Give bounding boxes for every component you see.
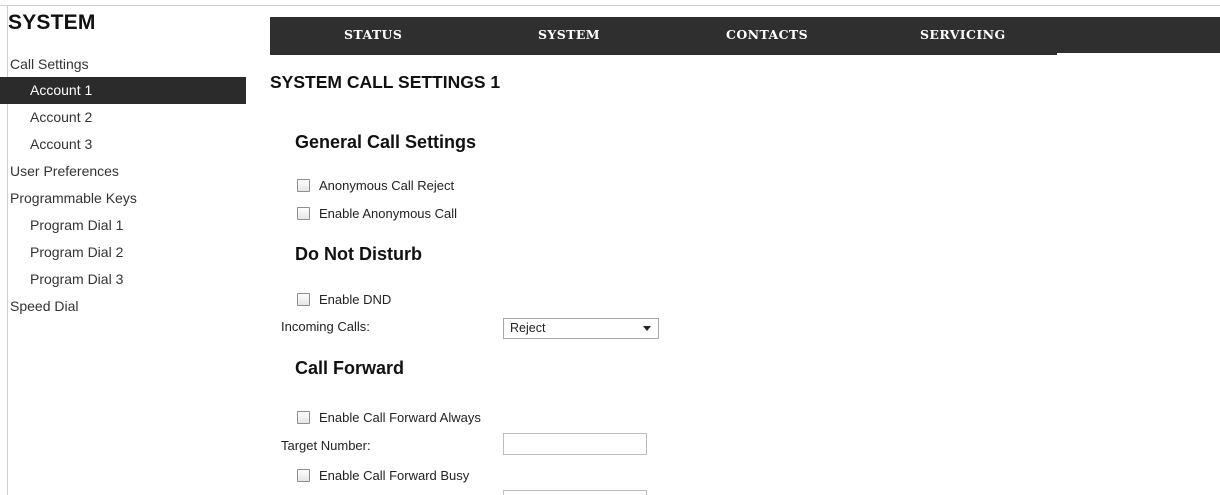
- section-title-dnd: Do Not Disturb: [295, 244, 422, 264]
- call-forward-busy-checkbox[interactable]: [297, 468, 310, 482]
- sidebar-nav: Call Settings Account 1 Account 2 Accoun…: [0, 51, 246, 320]
- sidebar-item-program-dial-2[interactable]: Program Dial 2: [0, 239, 246, 266]
- anonymous-call-reject-checkbox[interactable]: [297, 178, 310, 192]
- anonymous-call-reject-row: Anonymous Call Reject: [297, 177, 454, 193]
- tab-status[interactable]: STATUS: [344, 17, 402, 53]
- sidebar-item-user-preferences[interactable]: User Preferences: [0, 158, 246, 185]
- tab-contacts[interactable]: CONTACTS: [726, 17, 808, 53]
- chevron-down-icon: [643, 326, 651, 331]
- incoming-calls-value: Reject: [510, 321, 546, 335]
- call-forward-busy-label: Enable Call Forward Busy: [319, 467, 470, 483]
- enable-dnd-row: Enable DND: [297, 291, 391, 307]
- sidebar-item-speed-dial[interactable]: Speed Dial: [0, 293, 246, 320]
- busy-target-number-input[interactable]: [503, 490, 647, 495]
- section-title-general: General Call Settings: [295, 132, 477, 152]
- top-divider: [0, 5, 1220, 6]
- incoming-calls-label: Incoming Calls:: [281, 319, 370, 334]
- incoming-calls-select[interactable]: Reject: [503, 318, 659, 339]
- enable-anonymous-call-row: Enable Anonymous Call: [297, 205, 457, 221]
- sidebar-item-account-3[interactable]: Account 3: [0, 131, 246, 158]
- target-number-label: Target Number:: [281, 438, 371, 453]
- page-title: SYSTEM CALL SETTINGS 1: [270, 72, 501, 92]
- enable-anonymous-call-checkbox[interactable]: [297, 206, 310, 220]
- sidebar-item-account-1[interactable]: Account 1: [0, 77, 246, 104]
- target-number-input[interactable]: [503, 433, 647, 455]
- top-nav-bar: STATUS SYSTEM CONTACTS SERVICING: [270, 17, 1220, 53]
- sidebar-item-call-settings[interactable]: Call Settings: [0, 51, 246, 77]
- call-forward-always-label: Enable Call Forward Always: [319, 409, 481, 425]
- call-forward-always-row: Enable Call Forward Always: [297, 409, 481, 425]
- sidebar-item-program-dial-3[interactable]: Program Dial 3: [0, 266, 246, 293]
- sidebar-item-programmable-keys[interactable]: Programmable Keys: [0, 185, 246, 212]
- tab-servicing[interactable]: SERVICING: [920, 17, 1006, 53]
- call-forward-busy-row: Enable Call Forward Busy: [297, 467, 469, 483]
- section-title-call-forward: Call Forward: [295, 358, 405, 378]
- sidebar-item-account-2[interactable]: Account 2: [0, 104, 246, 131]
- tab-system[interactable]: SYSTEM: [538, 17, 600, 53]
- enable-dnd-checkbox[interactable]: [297, 292, 310, 306]
- enable-dnd-label: Enable DND: [319, 291, 392, 307]
- sidebar-title: SYSTEM: [8, 11, 96, 34]
- enable-anonymous-call-label: Enable Anonymous Call: [319, 205, 458, 221]
- sidebar-item-program-dial-1[interactable]: Program Dial 1: [0, 212, 246, 239]
- call-forward-always-checkbox[interactable]: [297, 410, 310, 424]
- top-nav-underline: [270, 53, 1057, 55]
- anonymous-call-reject-label: Anonymous Call Reject: [319, 177, 455, 193]
